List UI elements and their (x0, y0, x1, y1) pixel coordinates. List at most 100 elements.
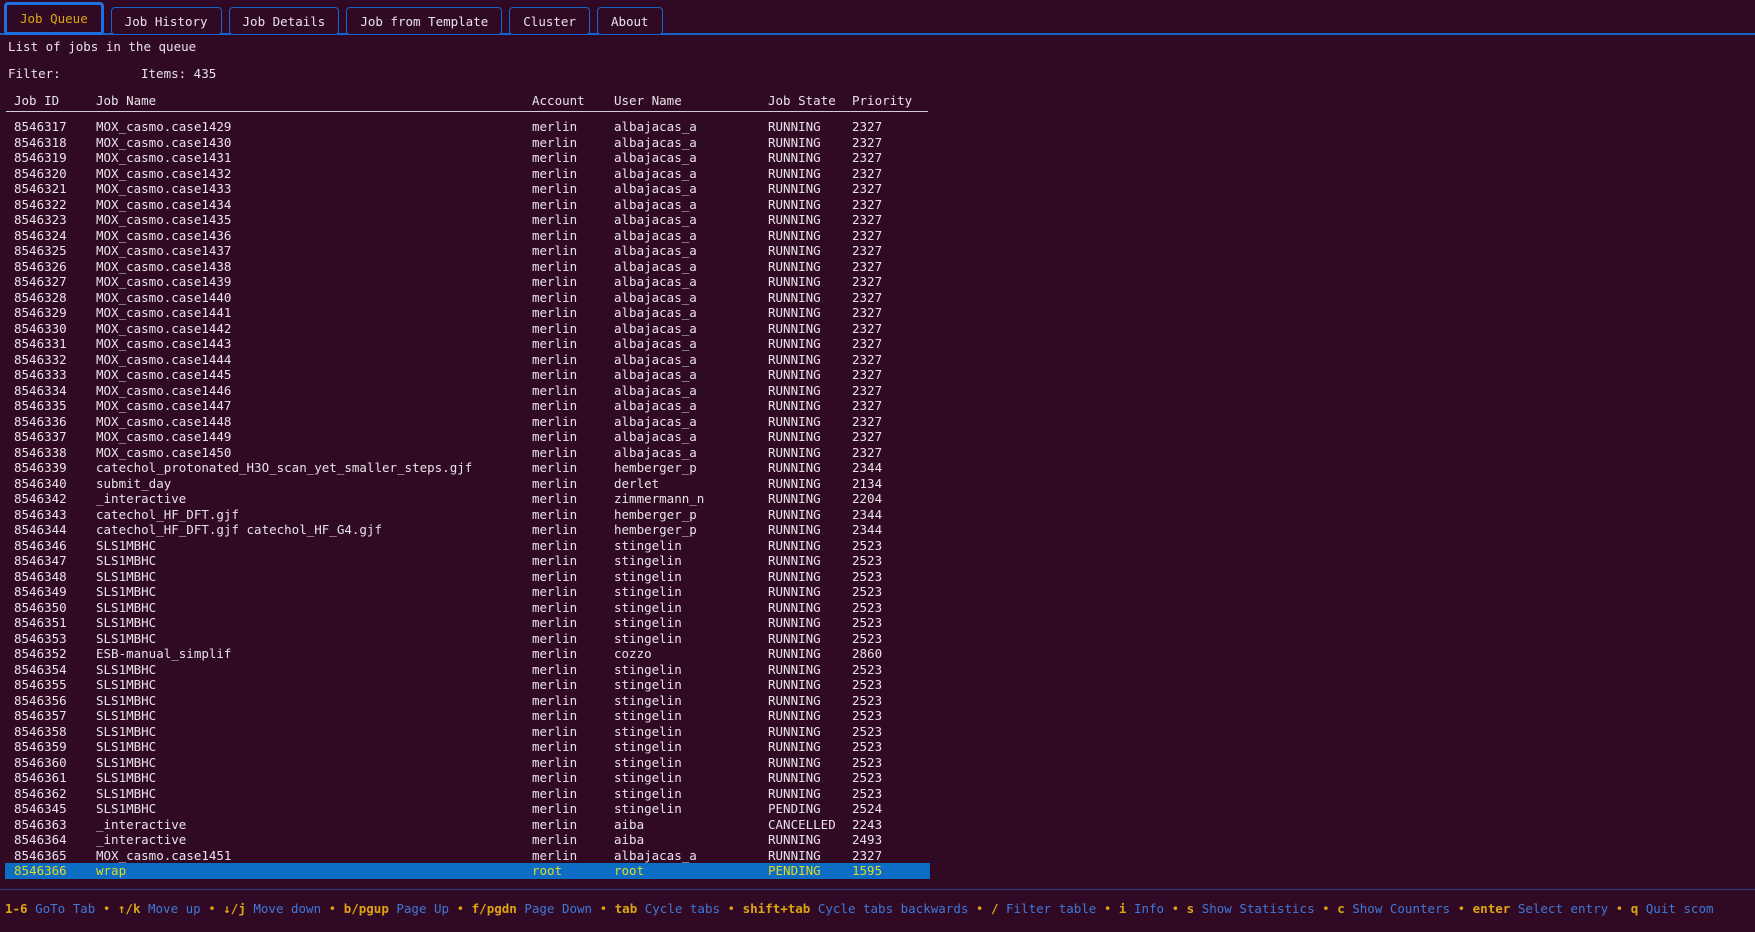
cell-job-state: RUNNING (768, 507, 821, 523)
table-row[interactable]: 8546332MOX_casmo.case1444merlinalbajacas… (0, 352, 935, 368)
cell-job-id: 8546360 (14, 755, 67, 771)
table-row[interactable]: 8546342_interactivemerlinzimmermann_nRUN… (0, 491, 935, 507)
cell-priority: 2327 (852, 181, 882, 197)
hint-action: Cycle tabs (637, 901, 720, 916)
table-row[interactable]: 8546355SLS1MBHCmerlinstingelinRUNNING252… (0, 677, 935, 693)
tab-cluster[interactable]: Cluster (509, 7, 590, 35)
table-row[interactable]: 8546330MOX_casmo.case1442merlinalbajacas… (0, 321, 935, 337)
cell-priority: 2327 (852, 383, 882, 399)
table-row[interactable]: 8546317MOX_casmo.case1429merlinalbajacas… (0, 119, 935, 135)
table-row[interactable]: 8546320MOX_casmo.case1432merlinalbajacas… (0, 166, 935, 182)
table-row[interactable]: 8546329MOX_casmo.case1441merlinalbajacas… (0, 305, 935, 321)
cell-job-id: 8546328 (14, 290, 67, 306)
cell-account: root (532, 863, 562, 879)
tab-about[interactable]: About (597, 7, 663, 35)
tab-bar: Job QueueJob HistoryJob DetailsJob from … (4, 2, 1755, 35)
table-row[interactable]: 8546326MOX_casmo.case1438merlinalbajacas… (0, 259, 935, 275)
hint-separator: • (1164, 901, 1187, 916)
table-row[interactable]: 8546336MOX_casmo.case1448merlinalbajacas… (0, 414, 935, 430)
table-row[interactable]: 8546363_interactivemerlinaibaCANCELLED22… (0, 817, 935, 833)
cell-user-name: stingelin (614, 569, 682, 585)
table-row[interactable]: 8546345SLS1MBHCmerlinstingelinPENDING252… (0, 801, 935, 817)
cell-job-name: SLS1MBHC (96, 553, 156, 569)
cell-job-id: 8546323 (14, 212, 67, 228)
column-header-job-name: Job Name (96, 93, 156, 108)
table-row[interactable]: 8546346SLS1MBHCmerlinstingelinRUNNING252… (0, 538, 935, 554)
table-row[interactable]: 8546348SLS1MBHCmerlinstingelinRUNNING252… (0, 569, 935, 585)
table-row[interactable]: 8546352ESB-manual_simplifmerlincozzoRUNN… (0, 646, 935, 662)
cell-account: merlin (532, 135, 577, 151)
table-row[interactable]: 8546364_interactivemerlinaibaRUNNING2493 (0, 832, 935, 848)
tab-job-history[interactable]: Job History (111, 7, 222, 35)
cell-job-id: 8546321 (14, 181, 67, 197)
table-row[interactable]: 8546356SLS1MBHCmerlinstingelinRUNNING252… (0, 693, 935, 709)
table-row[interactable]: 8546319MOX_casmo.case1431merlinalbajacas… (0, 150, 935, 166)
table-header-rule (6, 111, 928, 112)
table-row[interactable]: 8546338MOX_casmo.case1450merlinalbajacas… (0, 445, 935, 461)
table-row[interactable]: 8546322MOX_casmo.case1434merlinalbajacas… (0, 197, 935, 213)
table-row[interactable]: 8546362SLS1MBHCmerlinstingelinRUNNING252… (0, 786, 935, 802)
cell-job-name: MOX_casmo.case1449 (96, 429, 231, 445)
cell-job-state: RUNNING (768, 491, 821, 507)
cell-job-name: SLS1MBHC (96, 708, 156, 724)
table-row[interactable]: 8546335MOX_casmo.case1447merlinalbajacas… (0, 398, 935, 414)
table-row[interactable]: 8546359SLS1MBHCmerlinstingelinRUNNING252… (0, 739, 935, 755)
table-row[interactable]: 8546323MOX_casmo.case1435merlinalbajacas… (0, 212, 935, 228)
tab-job-queue[interactable]: Job Queue (4, 2, 104, 35)
table-row[interactable]: 8546327MOX_casmo.case1439merlinalbajacas… (0, 274, 935, 290)
table-row[interactable]: 8546358SLS1MBHCmerlinstingelinRUNNING252… (0, 724, 935, 740)
table-row[interactable]: 8546331MOX_casmo.case1443merlinalbajacas… (0, 336, 935, 352)
cell-job-name: MOX_casmo.case1448 (96, 414, 231, 430)
table-row[interactable]: 8546340submit_daymerlinderletRUNNING2134 (0, 476, 935, 492)
cell-account: merlin (532, 367, 577, 383)
table-row[interactable]: 8546347SLS1MBHCmerlinstingelinRUNNING252… (0, 553, 935, 569)
filter-input[interactable] (70, 66, 130, 81)
table-row-selected[interactable]: 8546366wraprootrootPENDING1595 (5, 863, 930, 879)
tab-job-from-template[interactable]: Job from Template (346, 7, 502, 35)
table-row[interactable]: 8546354SLS1MBHCmerlinstingelinRUNNING252… (0, 662, 935, 678)
cell-job-state: PENDING (768, 801, 821, 817)
table-row[interactable]: 8546365MOX_casmo.case1451merlinalbajacas… (0, 848, 935, 864)
table-row[interactable]: 8546351SLS1MBHCmerlinstingelinRUNNING252… (0, 615, 935, 631)
hint-separator: • (449, 901, 472, 916)
cell-user-name: stingelin (614, 693, 682, 709)
cell-priority: 2523 (852, 600, 882, 616)
cell-user-name: stingelin (614, 786, 682, 802)
cell-job-state: RUNNING (768, 646, 821, 662)
table-row[interactable]: 8546333MOX_casmo.case1445merlinalbajacas… (0, 367, 935, 383)
table-row[interactable]: 8546360SLS1MBHCmerlinstingelinRUNNING252… (0, 755, 935, 771)
cell-job-state: RUNNING (768, 460, 821, 476)
table-row[interactable]: 8546357SLS1MBHCmerlinstingelinRUNNING252… (0, 708, 935, 724)
cell-job-id: 8546333 (14, 367, 67, 383)
cell-user-name: hemberger_p (614, 460, 697, 476)
cell-job-name: SLS1MBHC (96, 801, 156, 817)
cell-account: merlin (532, 677, 577, 693)
table-row[interactable]: 8546337MOX_casmo.case1449merlinalbajacas… (0, 429, 935, 445)
table-row[interactable]: 8546350SLS1MBHCmerlinstingelinRUNNING252… (0, 600, 935, 616)
cell-account: merlin (532, 476, 577, 492)
cell-priority: 2327 (852, 321, 882, 337)
table-row[interactable]: 8546328MOX_casmo.case1440merlinalbajacas… (0, 290, 935, 306)
cell-job-state: RUNNING (768, 197, 821, 213)
cell-job-name: MOX_casmo.case1450 (96, 445, 231, 461)
cell-priority: 2523 (852, 615, 882, 631)
table-row[interactable]: 8546324MOX_casmo.case1436merlinalbajacas… (0, 228, 935, 244)
table-row[interactable]: 8546344catechol_HF_DFT.gjf catechol_HF_G… (0, 522, 935, 538)
table-row[interactable]: 8546349SLS1MBHCmerlinstingelinRUNNING252… (0, 584, 935, 600)
hint-action: Page Up (389, 901, 449, 916)
table-row[interactable]: 8546334MOX_casmo.case1446merlinalbajacas… (0, 383, 935, 399)
cell-user-name: albajacas_a (614, 429, 697, 445)
table-row[interactable]: 8546318MOX_casmo.case1430merlinalbajacas… (0, 135, 935, 151)
cell-job-state: RUNNING (768, 631, 821, 647)
hint-separator: • (201, 901, 224, 916)
table-row[interactable]: 8546343catechol_HF_DFT.gjfmerlinhemberge… (0, 507, 935, 523)
cell-user-name: stingelin (614, 662, 682, 678)
job-table-body: 8546317MOX_casmo.case1429merlinalbajacas… (0, 119, 935, 879)
table-row[interactable]: 8546325MOX_casmo.case1437merlinalbajacas… (0, 243, 935, 259)
table-row[interactable]: 8546339catechol_protonated_H3O_scan_yet_… (0, 460, 935, 476)
cell-priority: 2523 (852, 553, 882, 569)
table-row[interactable]: 8546353SLS1MBHCmerlinstingelinRUNNING252… (0, 631, 935, 647)
tab-job-details[interactable]: Job Details (229, 7, 340, 35)
table-row[interactable]: 8546321MOX_casmo.case1433merlinalbajacas… (0, 181, 935, 197)
table-row[interactable]: 8546361SLS1MBHCmerlinstingelinRUNNING252… (0, 770, 935, 786)
